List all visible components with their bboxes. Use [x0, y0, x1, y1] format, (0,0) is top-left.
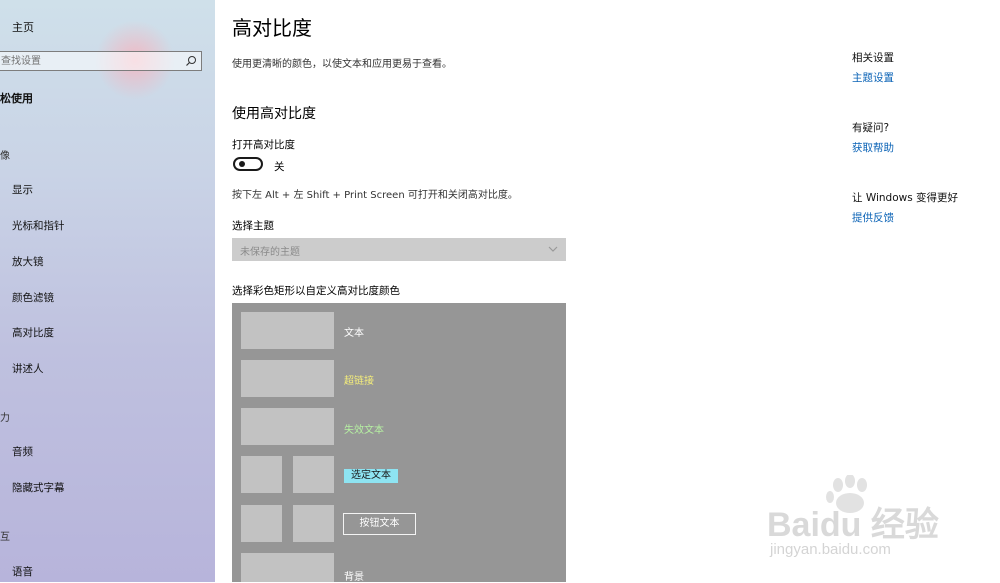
toggle-state-text: 关: [274, 161, 285, 173]
sidebar-heading-ease-of-access[interactable]: 松使用: [0, 90, 33, 106]
theme-settings-link[interactable]: 主题设置: [852, 70, 894, 85]
search-box[interactable]: [0, 51, 202, 71]
improve-windows-heading: 让 Windows 变得更好: [852, 192, 959, 204]
feedback-link[interactable]: 提供反馈: [852, 210, 894, 225]
sidebar-item-high-contrast[interactable]: 高对比度: [12, 325, 54, 340]
swatch-button-text-fg[interactable]: [293, 505, 334, 542]
swatch-background[interactable]: [241, 553, 334, 582]
swatch-button-text-bg[interactable]: [241, 505, 282, 542]
swatch-disabled-text[interactable]: [241, 408, 334, 445]
theme-dropdown[interactable]: 未保存的主题: [232, 238, 566, 261]
sidebar: 主页 松使用 像 显示 光标和指针 放大镜 颜色滤镜 高对比度 讲述人 力 音频…: [0, 0, 215, 582]
search-icon[interactable]: [185, 55, 197, 67]
palette-label-hyperlink: 超链接: [344, 376, 374, 387]
watermark-url: jingyan.baidu.com: [770, 541, 891, 558]
sidebar-category-hearing: 力: [0, 413, 10, 424]
page-title: 高对比度: [232, 16, 312, 40]
shortcut-hint: 按下左 Alt + 左 Shift + Print Screen 可打开和关闭高…: [232, 190, 518, 201]
toggle-knob: [239, 161, 245, 167]
palette-label-button-text: 按钮文本: [343, 513, 416, 535]
get-help-link[interactable]: 获取帮助: [852, 140, 894, 155]
swatch-selected-text-bg[interactable]: [241, 456, 282, 493]
sidebar-item-display[interactable]: 显示: [12, 182, 33, 197]
watermark-brand: Baidu 经验: [767, 506, 939, 544]
related-settings-heading: 相关设置: [852, 52, 894, 64]
toggle-label: 打开高对比度: [232, 139, 295, 151]
high-contrast-toggle[interactable]: [233, 157, 263, 171]
sidebar-item-home[interactable]: 主页: [12, 19, 34, 35]
section-title: 使用高对比度: [232, 106, 316, 122]
sidebar-item-color-filters[interactable]: 颜色滤镜: [12, 290, 54, 305]
sidebar-item-cursor[interactable]: 光标和指针: [12, 218, 65, 233]
search-input[interactable]: [0, 52, 181, 70]
main-content: 高对比度 使用更清晰的颜色，以使文本和应用更易于查看。 使用高对比度 打开高对比…: [215, 0, 775, 583]
theme-label: 选择主题: [232, 220, 274, 232]
sidebar-item-audio[interactable]: 音频: [12, 444, 33, 459]
question-heading: 有疑问?: [852, 122, 890, 134]
theme-dropdown-value: 未保存的主题: [240, 247, 300, 258]
swatch-hyperlink[interactable]: [241, 360, 334, 397]
color-palette: 文本 超链接 失效文本 选定文本 按钮文本 背景: [232, 303, 566, 583]
sidebar-item-magnifier[interactable]: 放大镜: [12, 254, 44, 269]
sidebar-item-narrator[interactable]: 讲述人: [12, 361, 44, 376]
sidebar-category-interaction: 互: [0, 532, 10, 543]
sidebar-item-captions[interactable]: 隐藏式字幕: [12, 480, 65, 495]
sidebar-category-vision: 像: [0, 151, 10, 162]
palette-label-text: 文本: [344, 328, 364, 339]
sidebar-item-speech[interactable]: 语音: [12, 564, 33, 579]
swatch-selected-text-fg[interactable]: [293, 456, 334, 493]
palette-label-disabled-text: 失效文本: [344, 425, 384, 436]
chevron-down-icon: [548, 246, 558, 252]
page-description: 使用更清晰的颜色，以使文本和应用更易于查看。: [232, 59, 452, 70]
palette-label: 选择彩色矩形以自定义高对比度颜色: [232, 285, 400, 297]
swatch-text[interactable]: [241, 312, 334, 349]
palette-label-selected-text: 选定文本: [344, 469, 398, 483]
palette-label-background: 背景: [344, 572, 364, 583]
